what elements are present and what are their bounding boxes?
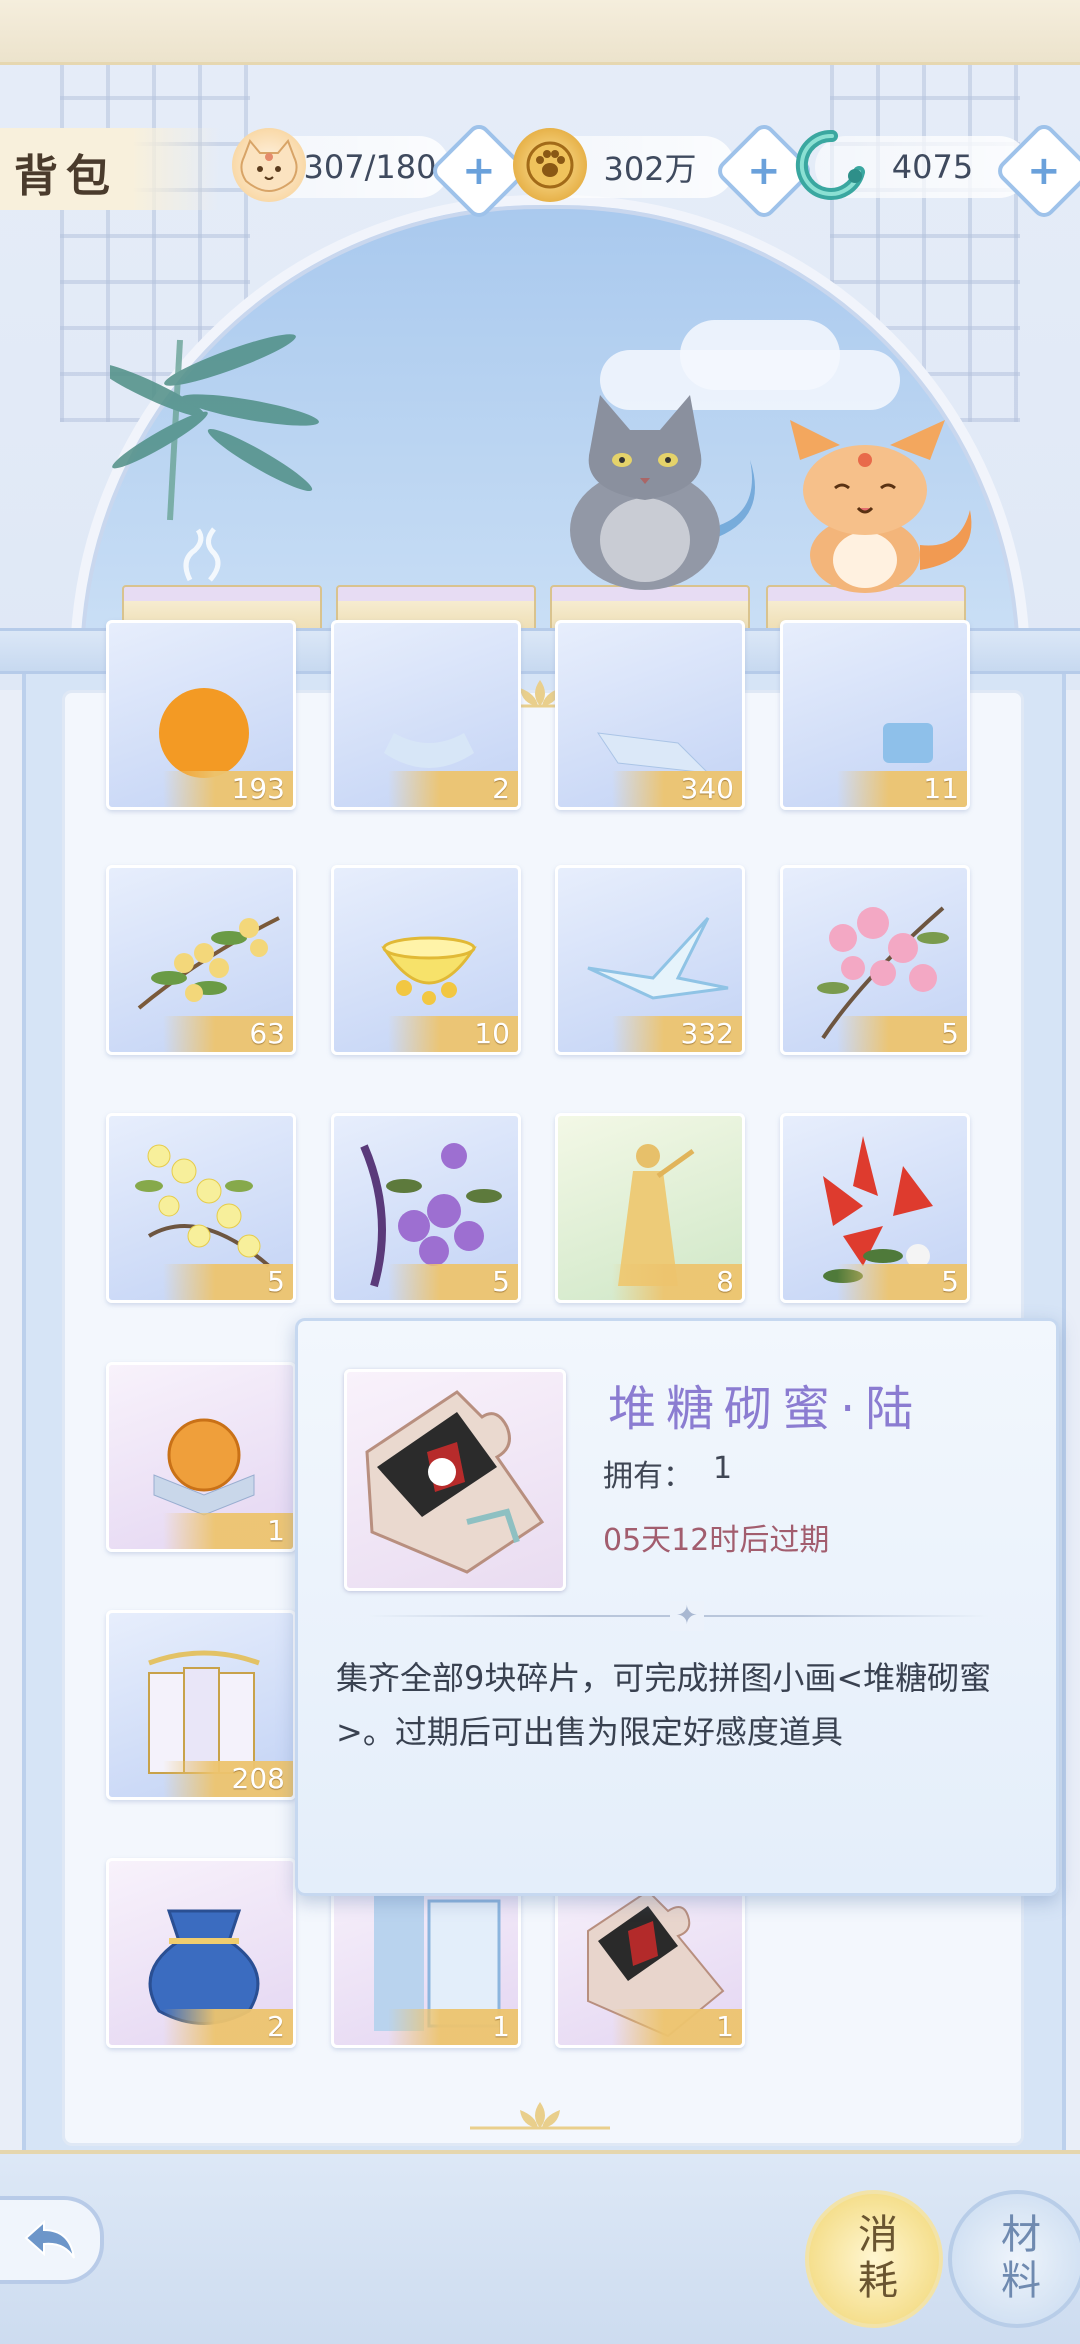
item-count: 332 (612, 1016, 742, 1052)
inventory-slot[interactable]: 5 (780, 1113, 970, 1303)
item-count: 63 (163, 1016, 293, 1052)
inventory-slot[interactable]: 1 (106, 1362, 296, 1552)
expire-time: 05天12时后过期 (603, 1523, 830, 1558)
divider-star-icon: ✦ (670, 1601, 704, 1631)
cloud (680, 320, 840, 390)
item-count: 5 (837, 1264, 967, 1300)
inventory-slot[interactable]: 5 (780, 865, 970, 1055)
jade-dragon-icon (795, 128, 869, 202)
item-count: 5 (163, 1264, 293, 1300)
lotus-ornament-icon (470, 2102, 610, 2130)
materials-tab-button[interactable]: 材料 (948, 2190, 1080, 2328)
inventory-slot[interactable]: 11 (780, 620, 970, 810)
inventory-slot[interactable]: 10 (331, 865, 521, 1055)
back-arrow-icon (24, 2219, 75, 2259)
tooltip-item-name: 堆糖砌蜜·陆 (608, 1381, 924, 1437)
consumables-tab-button[interactable]: 消耗 (805, 2190, 943, 2328)
fox-pet[interactable] (780, 420, 980, 595)
grey-cat-pet[interactable] (560, 390, 780, 595)
item-count: 10 (388, 1016, 518, 1052)
inventory-slot[interactable]: 63 (106, 865, 296, 1055)
inventory-slot[interactable]: 8 (555, 1113, 745, 1303)
owned-value: 1 (713, 1451, 733, 1486)
item-count: 340 (612, 771, 742, 807)
item-count: 8 (612, 1264, 742, 1300)
inventory-slot[interactable]: 5 (106, 1113, 296, 1303)
inventory-slot[interactable]: 208 (106, 1610, 296, 1800)
item-detail-tooltip: 堆糖砌蜜·陆 拥有： 1 05天12时后过期 ✦ 集齐全部9块碎片，可完成拼图小… (295, 1318, 1059, 1896)
inventory-slot[interactable]: 5 (331, 1113, 521, 1303)
item-count: 5 (388, 1264, 518, 1300)
tooltip-description: 集齐全部9块碎片，可完成拼图小画<堆糖砌蜜>。过期后可出售为限定好感度道具 (336, 1659, 992, 1751)
paw-coin-icon (513, 128, 587, 202)
item-count: 208 (163, 1761, 293, 1797)
item-count: 1 (163, 1513, 293, 1549)
item-count: 193 (163, 771, 293, 807)
inventory-slot[interactable]: 332 (555, 865, 745, 1055)
item-count: 2 (388, 771, 518, 807)
tooltip-item-icon (344, 1369, 566, 1591)
coin-value: 302万 (603, 150, 697, 188)
item-count: 1 (612, 2009, 742, 2045)
inventory-slot[interactable]: 2 (331, 620, 521, 810)
item-count: 11 (837, 771, 967, 807)
inventory-slot[interactable]: 340 (555, 620, 745, 810)
owned-label: 拥有： (603, 1459, 693, 1494)
item-count: 5 (837, 1016, 967, 1052)
puzzle-piece-icon (365, 1390, 545, 1574)
top-frame-strip (0, 0, 1080, 65)
jade-value: 4075 (891, 148, 974, 186)
item-count: 2 (163, 2009, 293, 2045)
item-count: 1 (388, 2009, 518, 2045)
bamboo-leaves (110, 334, 319, 521)
back-button[interactable] (0, 2196, 104, 2284)
inventory-slot[interactable]: 2 (106, 1858, 296, 2048)
inventory-slot[interactable]: 193 (106, 620, 296, 810)
incense-smoke-icon (183, 527, 221, 582)
cat-stamina-icon (232, 128, 306, 202)
page-title: 背包 (14, 151, 118, 202)
